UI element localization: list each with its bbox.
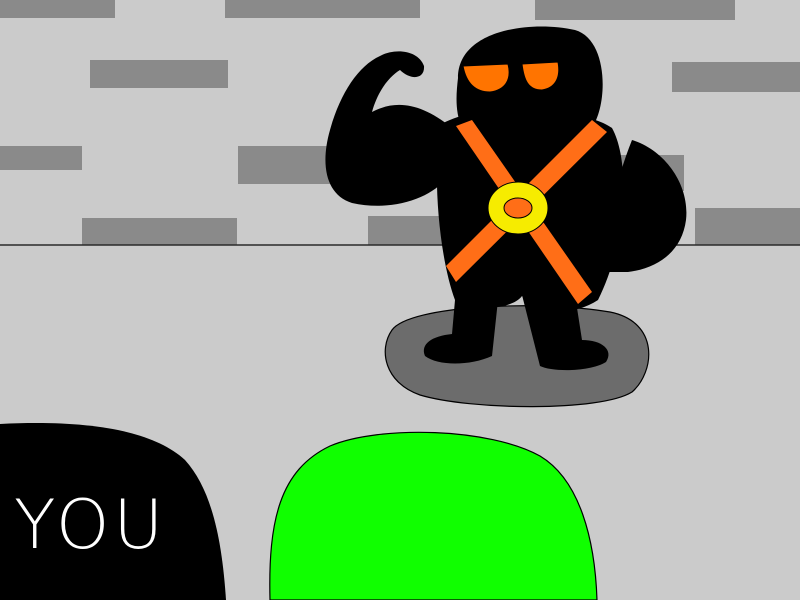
- brick: [0, 0, 115, 18]
- brick: [238, 146, 333, 184]
- brick: [90, 60, 228, 88]
- game-scene: YOU: [0, 0, 800, 600]
- brick: [0, 146, 82, 170]
- enemy-shadow: [384, 305, 650, 408]
- brick: [368, 216, 448, 245]
- brick: [695, 208, 800, 245]
- brick: [225, 0, 420, 18]
- brick: [535, 0, 735, 20]
- brick: [672, 62, 800, 92]
- player-label: YOU: [14, 486, 168, 565]
- enemy-buckle-center: [503, 197, 533, 219]
- brick: [82, 218, 237, 245]
